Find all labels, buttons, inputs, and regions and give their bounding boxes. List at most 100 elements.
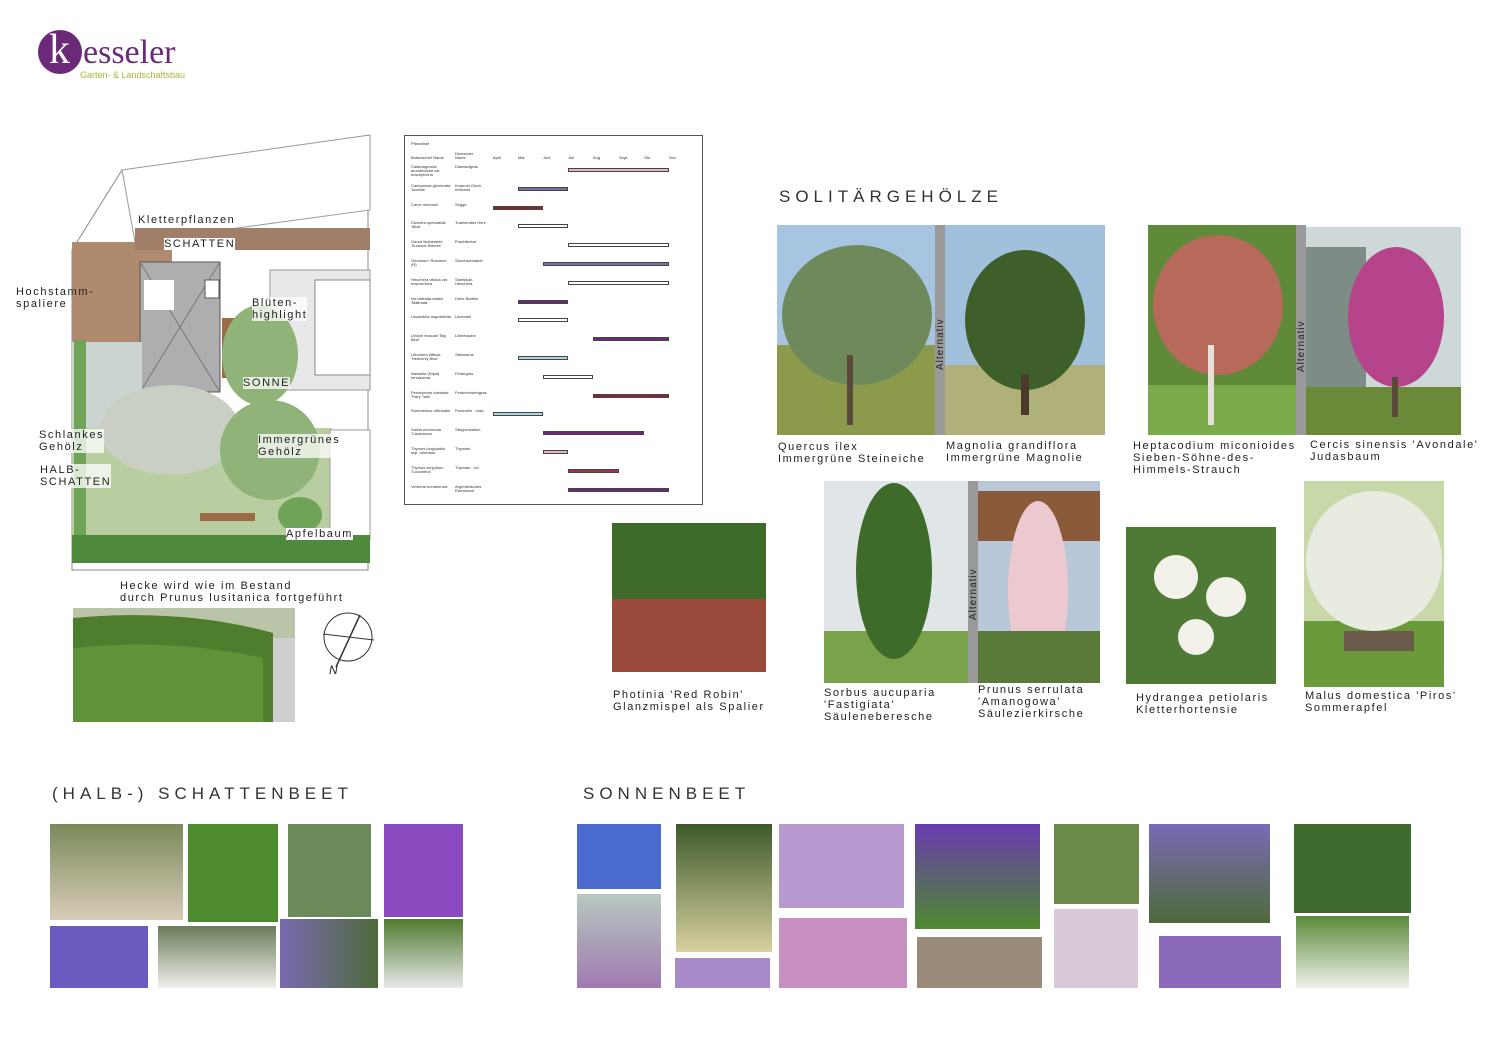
bloom-table: Pflanzliste Botanischer Name Deutscher Nam… [404,135,703,505]
bloom-bar [593,393,669,398]
caption-quercus: Quercus ilex Immergrüne Steineiche [778,441,926,465]
photo-schatten-8 [384,919,463,988]
photo-schatten-2 [50,926,148,988]
photo-sorbus [824,481,968,683]
logo-wordmark: esseler [83,34,176,71]
photo-sonne-8 [917,937,1042,988]
bloom-bar [518,356,568,360]
bloom-bar [543,450,568,454]
table-botanical-name: Lavandula angustifolia [411,314,451,320]
table-german-name: Federborstengras [455,389,487,395]
table-german-name: Storchschnabel [455,258,483,263]
table-botanical-name: Rosmarinus officinalis [411,408,450,414]
photo-magnolia [945,225,1105,435]
table-botanical-name: Geranium 'Rozanne' (R) [411,258,448,267]
photo-schatten-5 [288,824,371,917]
photo-sonne-3 [676,824,772,952]
bloom-bar [518,224,568,229]
plan-label-hochstamm: Hochstamm- spaliere [16,286,95,310]
table-botanical-name: Liriope muscari 'Big Blue' [411,333,446,343]
table-month: Aug [593,155,601,160]
table-title: Pflanzliste [411,141,430,146]
photo-cercis [1306,227,1461,435]
bloom-bar [543,374,593,379]
photo-schatten-7 [384,824,463,917]
plan-label-schatten: SCHATTEN [164,238,236,250]
plan-label-apfelbaum: Apfelbaum [286,528,353,540]
photo-hydrangea [1126,527,1276,684]
north-arrow-icon [322,612,375,668]
table-german-name: Samtlaub-Heuchera [455,276,474,286]
bloom-bar [518,186,568,191]
garden-plan [71,134,371,571]
table-german-name: Diamantgras [455,164,478,169]
heading-solitaergehoelze: SOLITÄRGEHÖLZE [779,187,1003,206]
photo-sonne-2 [577,894,661,988]
photo-quercus [777,225,935,435]
bloom-bar [518,299,568,304]
table-german-name: Prachtkerze [455,239,477,245]
caption-sorbus: Sorbus aucuparia 'Fastigiata' Säuleneber… [824,687,936,723]
table-header: Deutscher Name [455,151,474,160]
photo-sonne-11 [1149,824,1270,923]
caption-cercis: Cercis sinensis 'Avondale' Judasbaum [1310,439,1479,463]
photo-schatten-4 [158,926,276,988]
table-botanical-name: Thymus longicaulis ssp. odoratus [411,446,446,455]
table-month: April [493,155,502,160]
table-botanical-name: Nassella (Stipa) tenuissima [411,370,440,380]
photo-sonne-7 [915,824,1040,929]
north-label: N [329,663,338,677]
table-botanical-name: Calamagrostis arundinacea var. brachytri… [411,164,441,177]
table-month: Juli [568,155,575,160]
caption-malus: Malus domestica 'Piros' Sommerapfel [1305,690,1457,714]
table-month: Nov [669,155,677,160]
table-german-name: Rosmarin - rosa [455,408,484,414]
photo-sonne-13 [1294,824,1411,913]
plan-label-immergruenes-gehoelz: Immergrünes Gehölz [258,434,341,458]
table-german-name: Thymian - rot [455,464,479,470]
table-german-name: Traenendes Herz [455,220,486,226]
table-month: Sept [619,155,628,160]
table-botanical-name: Iris barbata-elatior 'Matinata' [411,295,444,305]
table-header: Botanischer Name [411,155,444,160]
table-german-name: Federgras [455,370,474,376]
photo-photinia [612,523,766,672]
bloom-bar [493,205,543,210]
table-botanical-name: Heuchera villosa var. macrorrhiza [411,276,449,286]
photo-sonne-1 [577,824,661,889]
table-botanical-name: Pennisetum orientale 'Fairy Tails' [411,389,449,399]
caption-prunus: Prunus serrulata 'Amanogowa' Säulezierki… [978,684,1085,720]
table-botanical-name: Carex morrowii [411,201,438,207]
logo-mark: k [38,27,82,74]
plan-label-kletterpflanzen: Kletterpflanzen [138,214,236,226]
bloom-bar [543,431,644,436]
table-german-name: Thymian [455,446,471,451]
table-botanical-name: Lithodora diffusa 'Heavenly Blue' [411,352,441,361]
photo-schatten-1 [50,824,183,920]
bloom-bar [593,337,669,342]
heading-schattenbeet: (HALB-) SCHATTENBEET [52,784,353,803]
table-botanical-name: Dicentra spectabilis 'Alba' [411,220,446,230]
caption-heptacodium: Heptacodium miconioides Sieben-Söhne-des… [1133,440,1296,476]
plan-label-bluetenhighlight: Blüten- highlight [252,297,308,321]
table-german-name: Lavendel [455,314,472,320]
table-german-name: Segge [455,201,467,207]
bloom-bar [568,168,669,172]
table-german-name: Lilientraube [455,333,476,339]
heading-sonnenbeet: SONNENBEET [583,784,751,803]
table-month: Okt [644,155,651,160]
plan-label-sonne: SONNE [243,377,291,389]
table-botanical-name: Gaura lindheimeri 'Summer Breeze' [411,239,443,249]
bloom-bar [493,412,543,417]
table-botanical-name: Salvia nemorosa 'Caradonna' [411,427,441,437]
caption-photinia: Photinia 'Red Robin' Glanzmispel als Spa… [613,689,765,713]
caption-magnolia: Magnolia grandiflora Immergrüne Magnolie [946,440,1084,464]
table-german-name: Steinsame [455,352,474,357]
bloom-bar [568,468,619,473]
photo-schatten-6 [280,919,378,988]
caption-hydrangea: Hydrangea petiolaris Kletterhortensie [1136,692,1269,716]
table-german-name: Steppensalbei [455,427,481,433]
table-month: Juni [543,155,551,160]
table-botanical-name: Thymus serpyllum 'Coccineus' [411,464,444,474]
logo-subtitle: Garten- & Landschaftsbau [80,70,186,80]
